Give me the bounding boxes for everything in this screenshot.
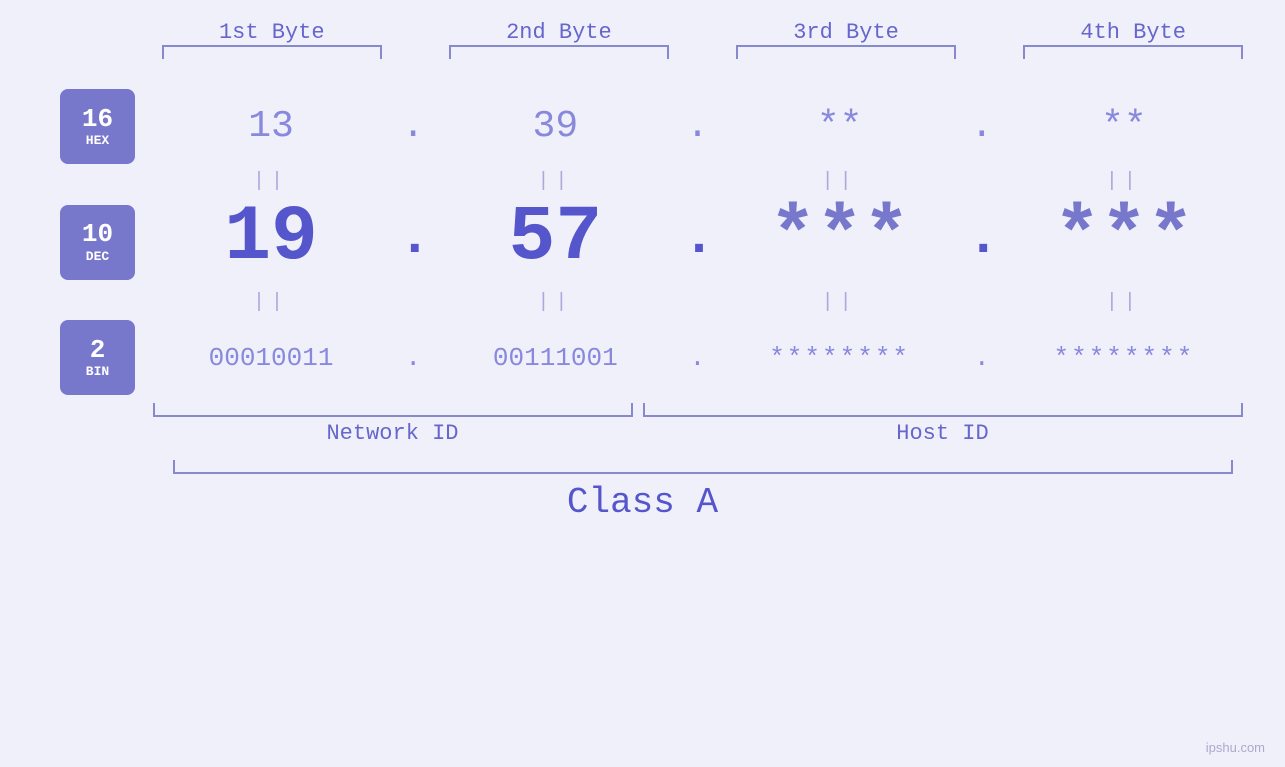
bin-b4: ********	[1014, 343, 1234, 373]
dec-row: 10 DEC 19 . 57 . *** . ***	[43, 199, 1243, 285]
dec-b4: ***	[1014, 199, 1234, 277]
bin-b1: 00010011	[161, 343, 381, 373]
top-bracket-4	[1023, 45, 1243, 59]
sep-1: ||	[161, 170, 381, 193]
sep-4: ||	[1014, 170, 1234, 193]
bin-b3: ********	[730, 343, 950, 373]
sep-3: ||	[730, 170, 950, 193]
bin-row: 2 BIN 00010011 . 00111001 . ******** . *…	[43, 320, 1243, 395]
hex-badge: 16 HEX	[60, 89, 135, 164]
bracket-network	[153, 403, 633, 417]
hex-dot-2: .	[682, 105, 712, 148]
top-bracket-2	[449, 45, 669, 59]
dec-dot-3: .	[967, 206, 997, 277]
main-container: 1st Byte 2nd Byte 3rd Byte 4th Byte 16 H…	[0, 0, 1285, 767]
col-header-1: 1st Byte	[162, 20, 382, 45]
bin-dot-2: .	[682, 343, 712, 373]
dec-b1: 19	[161, 199, 381, 277]
hex-dot-1: .	[398, 105, 428, 148]
hex-b4: **	[1014, 105, 1234, 148]
class-label: Class A	[0, 482, 1285, 523]
bottom-brackets	[153, 403, 1243, 417]
top-bracket-3	[736, 45, 956, 59]
dec-b3: ***	[730, 199, 950, 277]
sep-row-2: || || || ||	[43, 285, 1243, 320]
bracket-host	[643, 403, 1243, 417]
top-bracket-1	[162, 45, 382, 59]
hex-b2: 39	[445, 105, 665, 148]
bin-dot-3: .	[967, 343, 997, 373]
hex-b3: **	[730, 105, 950, 148]
dec-dot-1: .	[398, 206, 428, 277]
dec-dot-2: .	[682, 206, 712, 277]
id-label-row: Network ID Host ID	[153, 421, 1243, 446]
bin-badge: 2 BIN	[60, 320, 135, 395]
sep-6: ||	[445, 291, 665, 314]
class-bracket	[173, 460, 1233, 474]
hex-b1: 13	[161, 105, 381, 148]
sep-7: ||	[730, 291, 950, 314]
dec-b2: 57	[445, 199, 665, 277]
hex-row: 16 HEX 13 . 39 . ** . **	[43, 89, 1243, 164]
host-id-label: Host ID	[643, 421, 1243, 446]
sep-2: ||	[445, 170, 665, 193]
network-id-label: Network ID	[153, 421, 633, 446]
col-header-3: 3rd Byte	[736, 20, 956, 45]
bin-dot-1: .	[398, 343, 428, 373]
sep-5: ||	[161, 291, 381, 314]
bin-b2: 00111001	[445, 343, 665, 373]
column-headers: 1st Byte 2nd Byte 3rd Byte 4th Byte	[153, 20, 1253, 45]
hex-dot-3: .	[967, 105, 997, 148]
dec-badge: 10 DEC	[60, 205, 135, 280]
watermark: ipshu.com	[1206, 740, 1265, 755]
sep-8: ||	[1014, 291, 1234, 314]
col-header-2: 2nd Byte	[449, 20, 669, 45]
col-header-4: 4th Byte	[1023, 20, 1243, 45]
